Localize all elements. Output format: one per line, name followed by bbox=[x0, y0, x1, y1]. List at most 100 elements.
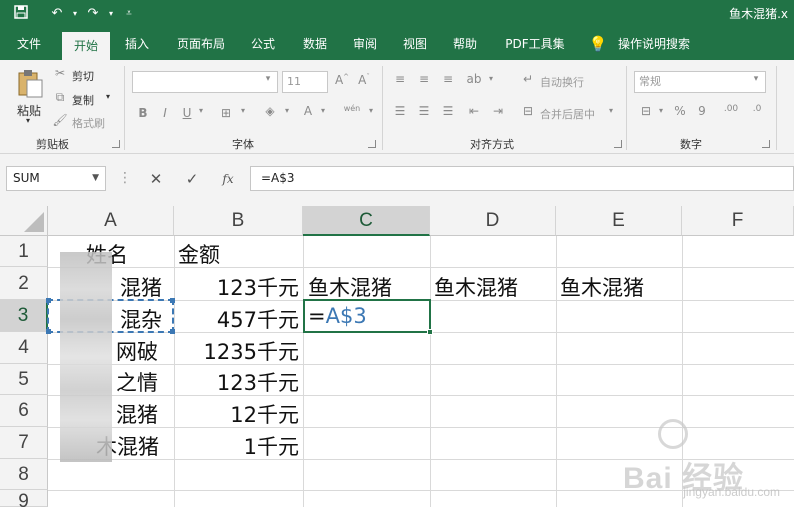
cancel-button[interactable]: ✕ bbox=[146, 168, 166, 190]
decrease-font-icon[interactable]: Aˇ bbox=[356, 73, 372, 87]
font-size-select[interactable]: 11 bbox=[282, 71, 328, 93]
row-header-6[interactable]: 6 bbox=[0, 395, 48, 427]
cell-a3[interactable]: 混杂 bbox=[120, 304, 162, 334]
format-painter-button[interactable]: 格式刷 bbox=[72, 115, 105, 131]
merge-dropdown-icon[interactable]: ▾ bbox=[606, 106, 616, 115]
chevron-down-icon[interactable]: ▼ bbox=[92, 167, 99, 190]
column-header-c[interactable]: C bbox=[303, 206, 430, 236]
tab-data[interactable]: 数据 bbox=[294, 28, 336, 60]
insert-function-button[interactable]: fx bbox=[218, 168, 238, 190]
cut-icon[interactable]: ✂ bbox=[52, 66, 68, 80]
reference-handle[interactable] bbox=[46, 298, 51, 303]
cell-c3-editing[interactable]: =A$3 bbox=[308, 304, 367, 328]
column-header-e[interactable]: E bbox=[556, 206, 682, 236]
align-middle-icon[interactable]: ≡ bbox=[416, 72, 432, 86]
save-icon[interactable] bbox=[12, 5, 30, 23]
align-left-icon[interactable]: ☰ bbox=[392, 104, 408, 118]
align-top-icon[interactable]: ≡ bbox=[392, 72, 408, 86]
align-right-icon[interactable]: ☰ bbox=[440, 104, 456, 118]
merge-center-button[interactable]: 合并后居中 bbox=[540, 106, 595, 122]
increase-indent-icon[interactable]: ⇥ bbox=[490, 104, 506, 118]
tab-file[interactable]: 文件 bbox=[8, 28, 50, 60]
cell-a5[interactable]: 之情 bbox=[116, 367, 158, 397]
font-launcher-icon[interactable] bbox=[368, 140, 376, 148]
cell-b4[interactable]: 1235千元 bbox=[174, 336, 299, 366]
column-header-b[interactable]: B bbox=[174, 206, 303, 236]
resize-handle-icon[interactable]: ⋮ bbox=[118, 170, 132, 186]
align-bottom-icon[interactable]: ≡ bbox=[440, 72, 456, 86]
tab-pdf-tools[interactable]: PDF工具集 bbox=[498, 28, 572, 60]
row-header-7[interactable]: 7 bbox=[0, 427, 48, 459]
bold-button[interactable]: B bbox=[136, 106, 150, 120]
copy-dropdown-icon[interactable]: ▾ bbox=[106, 92, 110, 101]
column-header-a[interactable]: A bbox=[48, 206, 174, 236]
row-header-8[interactable]: 8 bbox=[0, 459, 48, 490]
cell-b1[interactable]: 金额 bbox=[178, 239, 220, 269]
number-format-select[interactable]: 常规 bbox=[634, 71, 766, 93]
tab-view[interactable]: 视图 bbox=[394, 28, 436, 60]
align-center-icon[interactable]: ☰ bbox=[416, 104, 432, 118]
borders-icon[interactable]: ⊞ bbox=[218, 106, 234, 120]
currency-icon[interactable]: ⊟ bbox=[638, 104, 654, 118]
underline-dropdown-icon[interactable]: ▾ bbox=[196, 106, 206, 115]
copy-icon[interactable]: ⧉ bbox=[52, 90, 68, 105]
italic-button[interactable]: I bbox=[158, 106, 172, 120]
cell-d2[interactable]: 鱼木混猪 bbox=[434, 272, 518, 302]
phonetic-dropdown-icon[interactable]: ▾ bbox=[366, 106, 376, 115]
customize-icon[interactable]: ⩡ bbox=[120, 5, 138, 23]
tell-me-search[interactable]: 操作说明搜索 bbox=[612, 28, 696, 60]
row-header-2[interactable]: 2 bbox=[0, 267, 48, 300]
fill-color-icon[interactable]: ◈ bbox=[262, 104, 278, 118]
comma-button[interactable]: 9 bbox=[696, 104, 708, 118]
underline-button[interactable]: U bbox=[180, 106, 194, 120]
tab-insert[interactable]: 插入 bbox=[116, 28, 158, 60]
wrap-text-button[interactable]: 自动换行 bbox=[540, 74, 584, 90]
fill-handle[interactable] bbox=[427, 329, 433, 335]
font-color-dropdown-icon[interactable]: ▾ bbox=[318, 106, 328, 115]
tab-review[interactable]: 审阅 bbox=[344, 28, 386, 60]
select-all-button[interactable] bbox=[0, 206, 48, 236]
cell-a6[interactable]: 混猪 bbox=[116, 399, 158, 429]
phonetic-button[interactable]: wén bbox=[340, 104, 364, 113]
merge-center-icon[interactable]: ⊟ bbox=[520, 104, 536, 118]
orientation-dropdown-icon[interactable]: ▾ bbox=[486, 74, 496, 83]
paste-dropdown-icon[interactable]: ▾ bbox=[26, 116, 30, 125]
row-header-3[interactable]: 3 bbox=[0, 300, 48, 332]
number-launcher-icon[interactable] bbox=[762, 140, 770, 148]
row-header-1[interactable]: 1 bbox=[0, 236, 48, 267]
formula-input[interactable]: =A$3 bbox=[250, 166, 794, 191]
borders-dropdown-icon[interactable]: ▾ bbox=[238, 106, 248, 115]
fill-color-dropdown-icon[interactable]: ▾ bbox=[282, 106, 292, 115]
cell-c2[interactable]: 鱼木混猪 bbox=[308, 272, 392, 302]
percent-button[interactable]: % bbox=[672, 104, 688, 118]
reference-handle[interactable] bbox=[46, 329, 51, 334]
decrease-indent-icon[interactable]: ⇤ bbox=[466, 104, 482, 118]
clipboard-launcher-icon[interactable] bbox=[112, 140, 120, 148]
alignment-launcher-icon[interactable] bbox=[614, 140, 622, 148]
column-header-f[interactable]: F bbox=[682, 206, 794, 236]
copy-button[interactable]: 复制 bbox=[72, 92, 94, 108]
increase-decimal-icon[interactable]: .00 bbox=[722, 104, 740, 114]
row-header-9[interactable]: 9 bbox=[0, 490, 48, 512]
paste-icon[interactable] bbox=[16, 68, 44, 98]
font-color-button[interactable]: A bbox=[300, 104, 316, 118]
font-name-select[interactable] bbox=[132, 71, 278, 93]
currency-dropdown-icon[interactable]: ▾ bbox=[656, 106, 666, 115]
undo-dropdown-icon[interactable]: ▾ bbox=[66, 5, 84, 23]
redo-dropdown-icon[interactable]: ▾ bbox=[102, 5, 120, 23]
cut-button[interactable]: 剪切 bbox=[72, 68, 94, 84]
redo-icon[interactable]: ↷ bbox=[84, 5, 102, 23]
orientation-icon[interactable]: ab bbox=[466, 72, 482, 86]
decrease-decimal-icon[interactable]: .0 bbox=[748, 104, 766, 114]
column-header-d[interactable]: D bbox=[430, 206, 556, 236]
wrap-text-icon[interactable]: ↵ bbox=[520, 72, 536, 86]
cell-b2[interactable]: 123千元 bbox=[174, 272, 299, 302]
undo-icon[interactable]: ↶ bbox=[48, 5, 66, 23]
cell-a4[interactable]: 网破 bbox=[116, 336, 158, 366]
row-header-4[interactable]: 4 bbox=[0, 332, 48, 364]
cell-a2[interactable]: 混猪 bbox=[120, 272, 162, 302]
row-header-5[interactable]: 5 bbox=[0, 364, 48, 395]
tab-help[interactable]: 帮助 bbox=[444, 28, 486, 60]
cell-b6[interactable]: 12千元 bbox=[174, 399, 299, 429]
cell-b7[interactable]: 1千元 bbox=[174, 431, 299, 461]
